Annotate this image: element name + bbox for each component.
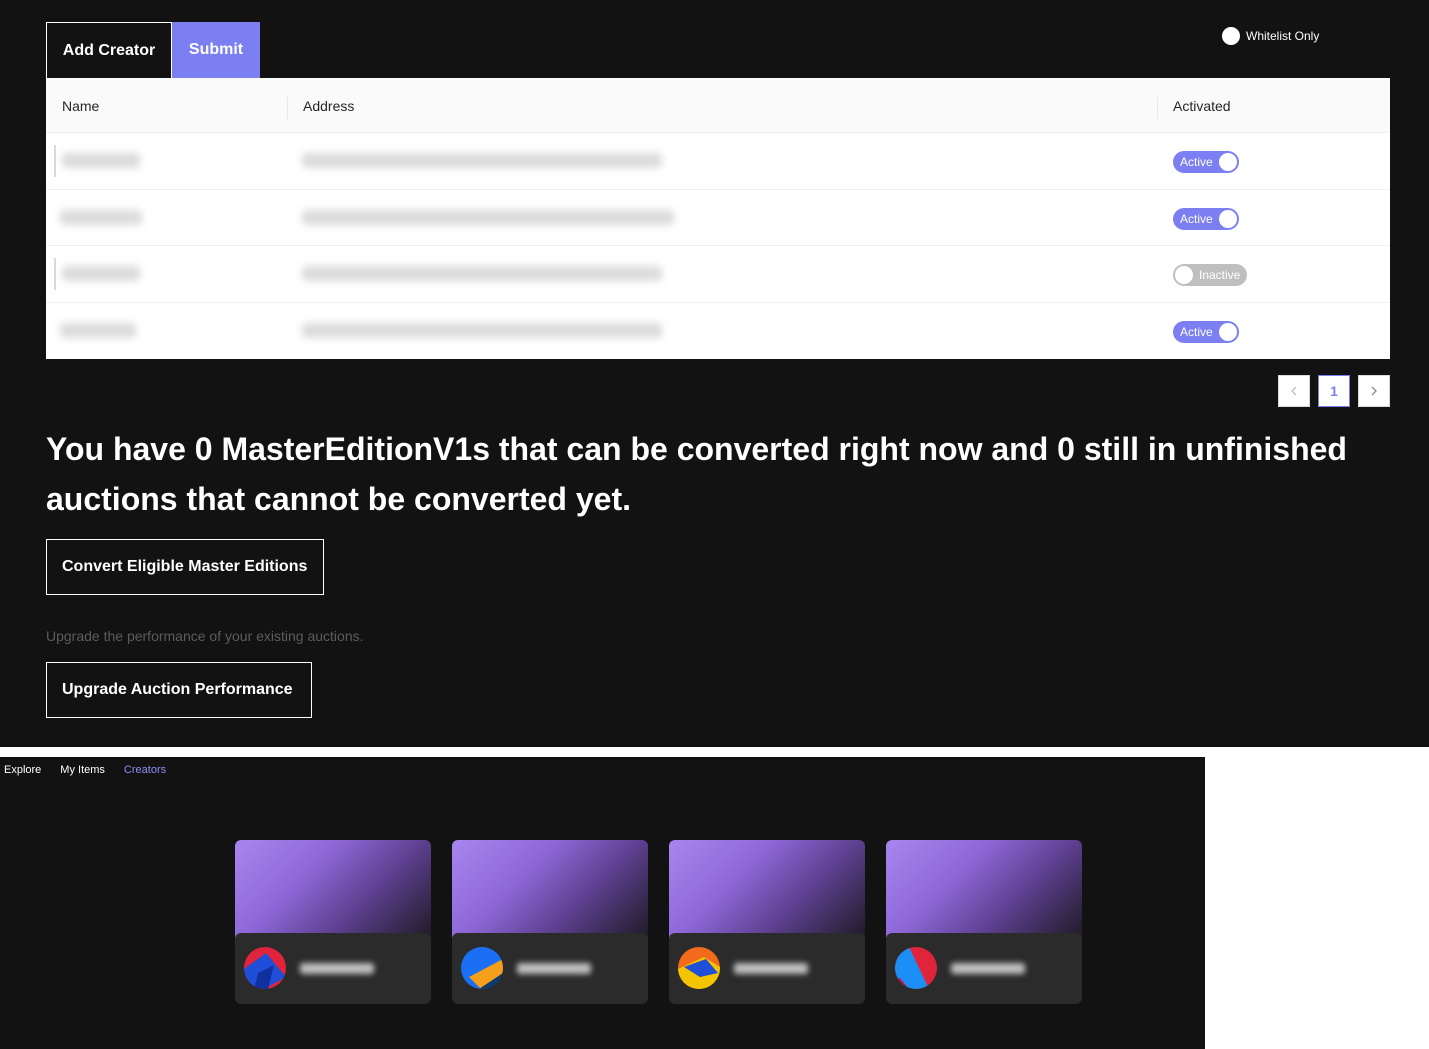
whitelist-only-toggle[interactable]: Whitelist Only bbox=[1216, 22, 1330, 49]
creator-address-redacted bbox=[302, 209, 674, 225]
whitelist-only-label: Whitelist Only bbox=[1246, 28, 1320, 43]
table-row: Active bbox=[46, 133, 1390, 190]
creator-card[interactable] bbox=[452, 840, 648, 1004]
toggle-knob bbox=[1218, 322, 1237, 341]
creator-card-info bbox=[669, 933, 865, 1004]
upgrade-auction-performance-button[interactable]: Upgrade Auction Performance bbox=[46, 662, 312, 718]
creator-name-redacted bbox=[62, 153, 140, 168]
creator-card-banner bbox=[235, 840, 431, 940]
creator-name-redacted bbox=[517, 963, 591, 974]
table-row: Inactive bbox=[46, 246, 1390, 303]
toggle-state-label: Active bbox=[1180, 324, 1213, 339]
nav-explore[interactable]: Explore bbox=[4, 764, 41, 776]
pagination-next-button[interactable] bbox=[1358, 375, 1390, 407]
nav-my-items[interactable]: My Items bbox=[60, 764, 105, 776]
admin-panel: Add Creator Submit Whitelist Only Name A… bbox=[0, 0, 1429, 747]
creator-avatar bbox=[895, 947, 937, 989]
table-row: Active bbox=[46, 190, 1390, 246]
table-header: Name Address Activated bbox=[46, 78, 1390, 133]
top-nav: Explore My Items Creators bbox=[4, 764, 166, 776]
row-marker bbox=[54, 145, 56, 177]
activated-toggle[interactable]: Active bbox=[1173, 320, 1239, 343]
creator-avatar bbox=[678, 947, 720, 989]
column-header-name: Name bbox=[62, 97, 100, 114]
column-header-address: Address bbox=[287, 78, 1157, 133]
creator-card-banner bbox=[452, 840, 648, 940]
pagination-prev-button[interactable] bbox=[1278, 375, 1310, 407]
row-marker bbox=[54, 258, 56, 290]
creator-name-redacted bbox=[60, 322, 136, 338]
submit-button[interactable]: Submit bbox=[172, 22, 260, 78]
creator-name-redacted bbox=[734, 963, 808, 974]
nav-creators[interactable]: Creators bbox=[124, 764, 166, 776]
chevron-right-icon bbox=[1371, 386, 1377, 396]
chevron-left-icon bbox=[1291, 386, 1297, 396]
master-edition-headline: You have 0 MasterEditionV1s that can be … bbox=[46, 431, 1347, 517]
activated-toggle[interactable]: Active bbox=[1173, 207, 1239, 230]
creators-table: Name Address Activated Active Active Ina… bbox=[46, 78, 1390, 359]
creator-card-info bbox=[235, 933, 431, 1004]
upgrade-note: Upgrade the performance of your existing… bbox=[46, 628, 364, 644]
creator-address-redacted bbox=[302, 322, 662, 338]
toggle-knob bbox=[1218, 209, 1237, 228]
creator-card-info bbox=[452, 933, 648, 1004]
activated-toggle[interactable]: Inactive bbox=[1173, 264, 1248, 286]
table-row: Active bbox=[46, 303, 1390, 360]
creator-card-info bbox=[886, 933, 1082, 1004]
toggle-knob bbox=[1222, 26, 1240, 45]
activated-toggle[interactable]: Active bbox=[1173, 151, 1239, 173]
creator-avatar bbox=[244, 947, 286, 989]
toggle-knob bbox=[1218, 153, 1237, 171]
convert-master-editions-button[interactable]: Convert Eligible Master Editions bbox=[46, 539, 324, 595]
creator-card[interactable] bbox=[886, 840, 1082, 1004]
toggle-knob bbox=[1175, 266, 1193, 284]
pagination-page-button[interactable]: 1 bbox=[1318, 375, 1350, 407]
toggle-state-label: Active bbox=[1180, 211, 1213, 226]
creator-card-banner bbox=[669, 840, 865, 940]
creator-address-redacted bbox=[302, 153, 662, 168]
creator-name-redacted bbox=[300, 963, 374, 974]
add-creator-button[interactable]: Add Creator bbox=[46, 22, 172, 78]
toggle-state-label: Active bbox=[1180, 155, 1213, 169]
creators-explore-panel: Explore My Items Creators bbox=[0, 757, 1205, 1049]
creator-address-redacted bbox=[302, 266, 662, 281]
creator-card[interactable] bbox=[235, 840, 431, 1004]
creator-avatar bbox=[461, 947, 503, 989]
creator-name-redacted bbox=[60, 209, 142, 225]
creator-card-banner bbox=[886, 840, 1082, 940]
column-header-activated: Activated bbox=[1157, 78, 1390, 133]
creator-name-redacted bbox=[62, 266, 140, 281]
creator-name-redacted bbox=[951, 963, 1025, 974]
creator-card[interactable] bbox=[669, 840, 865, 1004]
toggle-state-label: Inactive bbox=[1199, 268, 1241, 282]
